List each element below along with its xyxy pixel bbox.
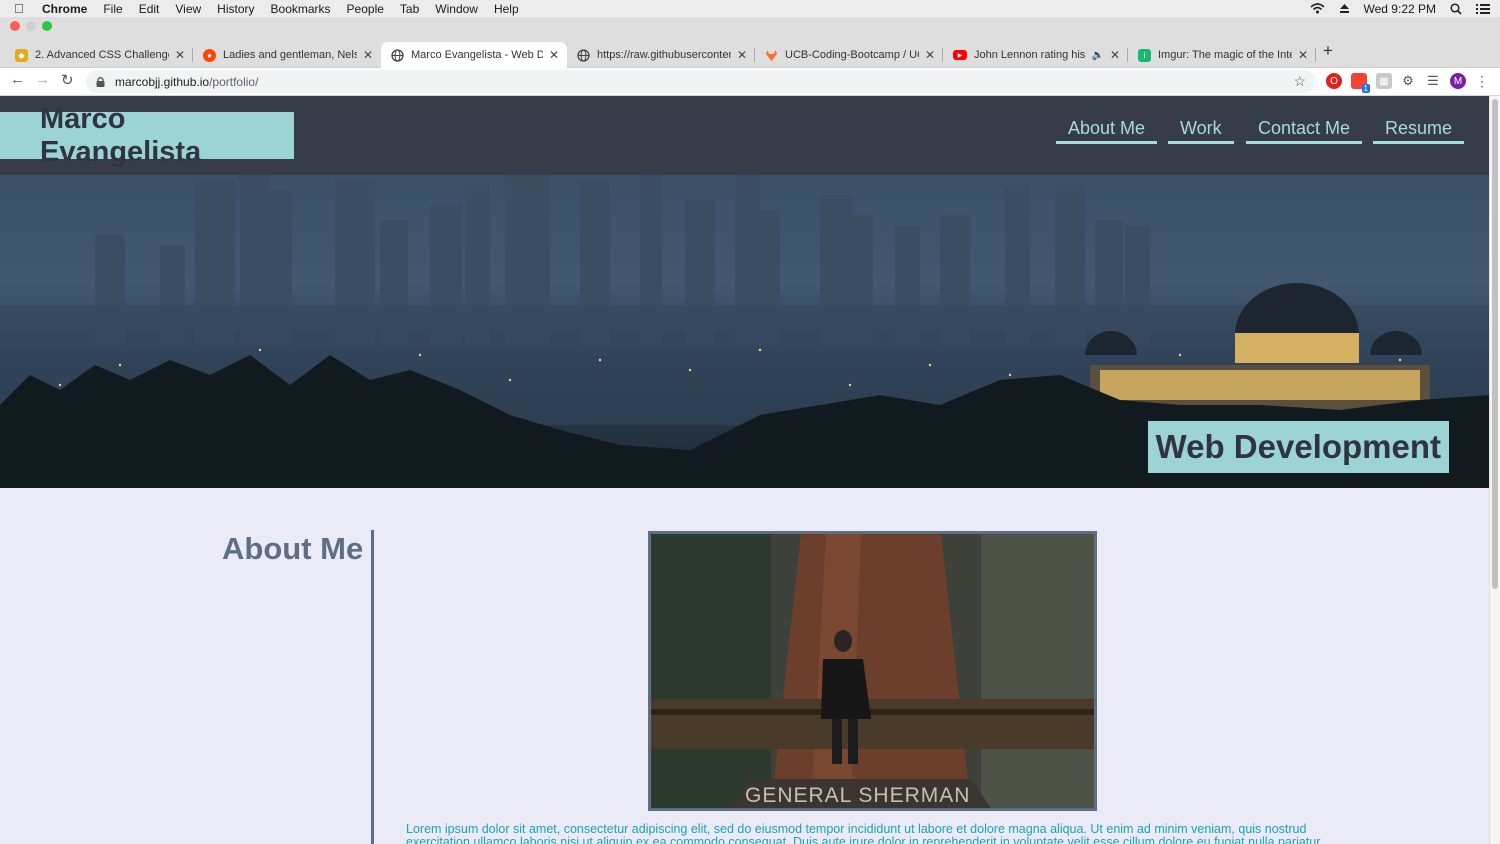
- nav-about-me[interactable]: About Me: [1056, 118, 1158, 144]
- window-titlebar: [0, 17, 1500, 36]
- tab-title: Marco Evangelista - Web Deve: [411, 49, 543, 61]
- new-tab-button[interactable]: +: [1323, 41, 1333, 61]
- tab-title: 2. Advanced CSS Challenge: P: [35, 49, 169, 61]
- profile-avatar[interactable]: M: [1450, 73, 1466, 89]
- close-icon[interactable]: ✕: [549, 48, 559, 62]
- back-icon[interactable]: ←: [10, 71, 25, 88]
- site-header: Marco Evangelista About Me Work Contact …: [0, 96, 1489, 175]
- extension-badge-count: 1: [1361, 84, 1370, 93]
- nav-contact-me[interactable]: Contact Me: [1246, 118, 1363, 144]
- menu-tab[interactable]: Tab: [400, 2, 419, 16]
- tab-title: UCB-Coding-Bootcamp / UCB: [785, 49, 919, 61]
- extensions-puzzle-icon[interactable]: ⚙: [1400, 73, 1416, 89]
- tab-raw-github[interactable]: https://raw.githubusercontent. ✕: [567, 42, 755, 68]
- eject-icon[interactable]: [1339, 3, 1350, 14]
- about-paragraph: Lorem ipsum dolor sit amet, consectetur …: [406, 822, 1324, 844]
- tab-gitlab[interactable]: UCB-Coding-Bootcamp / UCB ✕: [755, 42, 943, 68]
- tab-title: Ladies and gentleman, Nelson: [223, 49, 357, 61]
- puzzle-extension-icon[interactable]: ▦: [1376, 73, 1392, 89]
- nav-resume[interactable]: Resume: [1373, 118, 1465, 144]
- menu-history[interactable]: History: [217, 2, 254, 16]
- menu-window[interactable]: Window: [435, 2, 478, 16]
- tab-portfolio[interactable]: Marco Evangelista - Web Deve ✕: [381, 42, 567, 68]
- close-icon[interactable]: ✕: [1298, 48, 1308, 62]
- photo-sign-caption: GENERAL SHERMAN: [745, 784, 971, 807]
- menu-bookmarks[interactable]: Bookmarks: [271, 2, 331, 16]
- spotlight-icon[interactable]: [1450, 2, 1462, 15]
- tab-youtube[interactable]: ▶ John Lennon rating his ow 🔈 ✕: [943, 42, 1128, 68]
- tab-css-challenge[interactable]: ◆ 2. Advanced CSS Challenge: P ✕: [5, 42, 193, 68]
- about-heading: About Me: [222, 531, 364, 566]
- tab-imgur[interactable]: i Imgur: The magic of the Intern ✕: [1128, 42, 1316, 68]
- gitlab-icon: [766, 49, 777, 61]
- browser-toolbar: ← → ↻ marcobjj.github.io/portfolio/ ☆ O …: [0, 68, 1500, 96]
- chrome-menu-icon[interactable]: ⋮: [1474, 73, 1490, 89]
- section-divider: [371, 530, 374, 844]
- web-page: Marco Evangelista About Me Work Contact …: [0, 96, 1489, 844]
- menu-people[interactable]: People: [347, 2, 384, 16]
- scrollbar-thumb[interactable]: [1492, 99, 1498, 589]
- close-icon[interactable]: ✕: [1110, 48, 1120, 62]
- url-path: /portfolio/: [209, 74, 259, 89]
- extension-badge-icon[interactable]: 1: [1351, 73, 1370, 93]
- profile-photo: GENERAL SHERMAN: [648, 531, 1097, 811]
- control-center-icon[interactable]: [1476, 3, 1490, 14]
- minimize-window-button[interactable]: [26, 21, 36, 31]
- globe-icon: [577, 48, 590, 62]
- tab-title: John Lennon rating his ow: [974, 49, 1087, 61]
- tab-title: https://raw.githubusercontent.: [597, 49, 731, 61]
- tab-separator: [1315, 48, 1316, 62]
- close-icon[interactable]: ✕: [737, 48, 747, 62]
- menu-app-name[interactable]: Chrome: [42, 2, 87, 16]
- hero-tagline: Web Development: [1147, 421, 1449, 473]
- media-controls-icon[interactable]: ☰: [1425, 73, 1441, 89]
- forward-icon[interactable]: →: [35, 71, 50, 88]
- page-scrollbar[interactable]: [1489, 96, 1500, 844]
- close-icon[interactable]: ✕: [925, 48, 935, 62]
- menu-file[interactable]: File: [103, 2, 122, 16]
- close-window-button[interactable]: [10, 21, 20, 31]
- menu-help[interactable]: Help: [494, 2, 519, 16]
- url-host: marcobjj.github.io: [115, 74, 210, 89]
- site-brand[interactable]: Marco Evangelista: [0, 103, 294, 168]
- course-icon: ◆: [15, 48, 28, 62]
- nav-work[interactable]: Work: [1168, 118, 1234, 144]
- lock-icon[interactable]: [96, 76, 105, 87]
- imgur-icon: i: [1138, 48, 1151, 62]
- close-icon[interactable]: ✕: [363, 48, 373, 62]
- speaker-icon[interactable]: 🔈: [1091, 50, 1103, 61]
- globe-icon: [391, 48, 404, 62]
- bookmark-star-icon[interactable]: ☆: [1293, 73, 1306, 90]
- tab-reddit[interactable]: ● Ladies and gentleman, Nelson ✕: [193, 42, 381, 68]
- youtube-icon: ▶: [953, 50, 967, 60]
- menu-view[interactable]: View: [175, 2, 201, 16]
- menubar-clock[interactable]: Wed 9:22 PM: [1364, 2, 1436, 16]
- wifi-icon[interactable]: [1309, 3, 1325, 14]
- address-bar[interactable]: marcobjj.github.io/portfolio/ ☆: [86, 70, 1316, 93]
- menu-edit[interactable]: Edit: [139, 2, 160, 16]
- reddit-icon: ●: [203, 48, 216, 62]
- reload-icon[interactable]: ↻: [61, 71, 74, 89]
- close-icon[interactable]: ✕: [175, 48, 185, 62]
- sequoia-photo-image: [651, 534, 1094, 808]
- opera-extension-icon[interactable]: O: [1326, 73, 1342, 89]
- zoom-window-button[interactable]: [42, 21, 52, 31]
- apple-icon[interactable]: : [14, 1, 28, 16]
- hero-banner: Web Development: [0, 175, 1489, 488]
- tab-title: Imgur: The magic of the Intern: [1158, 49, 1292, 61]
- tab-strip: ◆ 2. Advanced CSS Challenge: P ✕ ● Ladie…: [0, 36, 1500, 68]
- macos-menubar:  Chrome File Edit View History Bookmark…: [0, 0, 1500, 17]
